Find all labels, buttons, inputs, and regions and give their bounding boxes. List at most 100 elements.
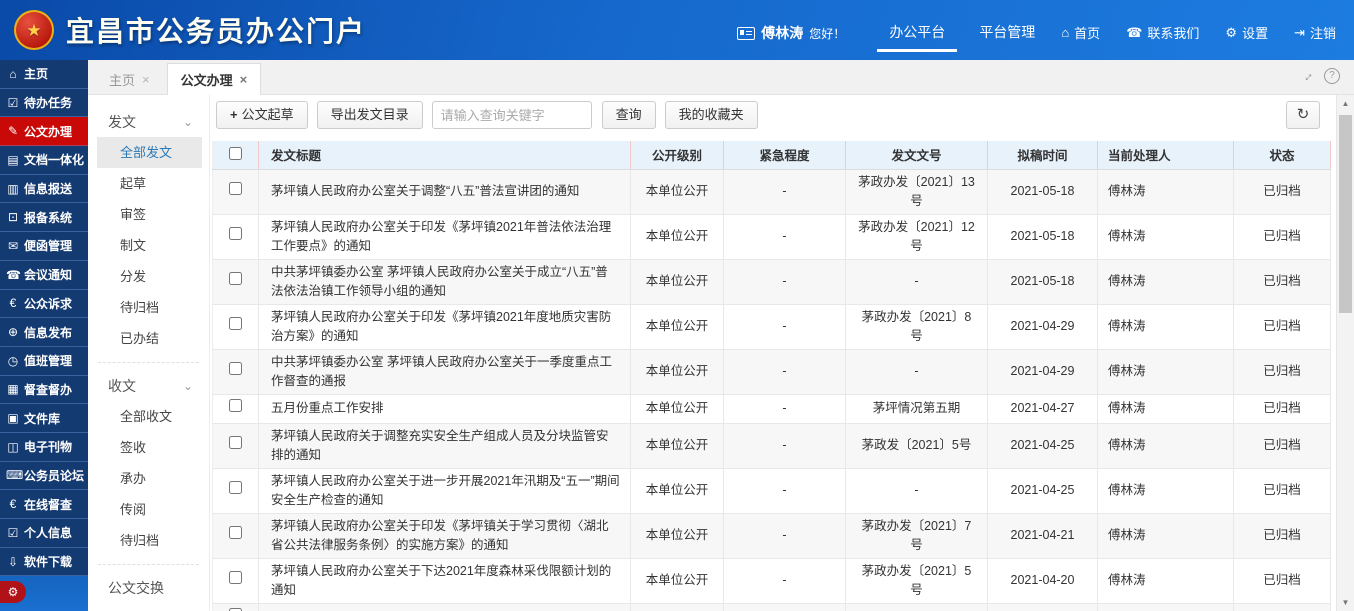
- nav-contact-us[interactable]: ☎联系我们: [1122, 23, 1203, 52]
- cell-date: 2021-04-21: [988, 513, 1098, 558]
- sidebar-item-home[interactable]: ⌂主页: [0, 60, 88, 89]
- vertical-scrollbar[interactable]: ▲ ▼: [1336, 95, 1354, 611]
- row-checkbox[interactable]: [229, 399, 242, 412]
- help-icon[interactable]: ?: [1324, 68, 1340, 84]
- subnav-item-all-incoming[interactable]: 全部收文: [88, 401, 209, 432]
- sidebar-item-public-appeals[interactable]: €公众诉求: [0, 290, 88, 319]
- sidebar-item-label: 报备系统: [24, 209, 72, 226]
- row-checkbox[interactable]: [229, 227, 242, 240]
- table-row[interactable]: 五月份重点工作安排本单位公开-茅坪情况第五期2021-04-27傅林涛已归档: [213, 394, 1331, 423]
- cell-doc_no: 茅政办发〔2021〕5号: [846, 558, 988, 603]
- tab-home[interactable]: 主页×: [96, 64, 163, 94]
- query-button[interactable]: 查询: [602, 101, 656, 129]
- column-header: 发文标题: [259, 141, 631, 169]
- nav-logout[interactable]: ⇥注销: [1290, 23, 1340, 52]
- tab-document-handling[interactable]: 公文办理×: [167, 63, 262, 95]
- table-row[interactable]: 茅坪镇人民政府办公室关于印发《茅坪镇2021年度地质灾害防治方案》的通知本单位公…: [213, 304, 1331, 349]
- sidebar-item-e-publications[interactable]: ◫电子刊物: [0, 433, 88, 462]
- sidebar-item-label: 主页: [24, 65, 48, 82]
- sidebar-item-todo-tasks[interactable]: ☑待办任务: [0, 89, 88, 118]
- close-icon[interactable]: ×: [142, 72, 150, 87]
- subnav-item-all-outgoing[interactable]: 全部发文: [97, 137, 202, 168]
- column-header: 状态: [1234, 141, 1331, 169]
- expand-icon[interactable]: ↕: [1301, 68, 1316, 83]
- table-row[interactable]: 茅坪镇人民政府办公室关于印发《茅坪镇2021年普法依法治理工作要点》的通知本单位…: [213, 214, 1331, 259]
- subnav-item-circulate[interactable]: 传阅: [88, 494, 209, 525]
- sidebar-item-info-release[interactable]: ⊕信息发布: [0, 318, 88, 347]
- cell-level: 本单位公开: [631, 349, 724, 394]
- sidebar-item-supervision[interactable]: ▦督查督办: [0, 376, 88, 405]
- row-checkbox[interactable]: [229, 317, 242, 330]
- sidebar-item-memo-management[interactable]: ✉便函管理: [0, 232, 88, 261]
- row-checkbox[interactable]: [229, 436, 242, 449]
- subnav-item-undertake[interactable]: 承办: [88, 463, 209, 494]
- sidebar-item-online-inspection[interactable]: €在线督查: [0, 490, 88, 519]
- close-icon[interactable]: ×: [240, 72, 248, 87]
- sidebar-item-info-reporting[interactable]: ▥信息报送: [0, 175, 88, 204]
- nav-platform-management[interactable]: 平台管理: [975, 22, 1039, 52]
- draft-document-button[interactable]: +公文起草: [216, 101, 308, 129]
- tab-bar: 主页×公文办理× ↕ ?: [88, 60, 1354, 95]
- scroll-down-arrow[interactable]: ▼: [1337, 598, 1354, 607]
- sidebar-item-civil-servant-forum[interactable]: ⌨公务员论坛: [0, 462, 88, 491]
- profile-calendar-icon: ☑: [6, 526, 20, 540]
- table-row[interactable]: 茅坪镇人民政府办公室关于进一步开展2021年汛期及“五一”期间安全生产检查的通知…: [213, 468, 1331, 513]
- cell-doc_no: 茅政办发〔2021〕12号: [846, 214, 988, 259]
- cell-level: 本单位公开: [631, 304, 724, 349]
- table-row[interactable]: 茅坪镇人民政府关于调整充实安全生产组成人员及分块监管安排的通知本单位公开-茅政发…: [213, 423, 1331, 468]
- subnav-item-produce-doc[interactable]: 制文: [88, 230, 209, 261]
- nav-homepage[interactable]: ⌂首页: [1057, 23, 1104, 52]
- sidebar-item-file-library[interactable]: ▣文件库: [0, 404, 88, 433]
- table-row[interactable]: 中共茅坪镇委办公室 茅坪镇人民政府办公室关于一季度重点工作督查的通报本单位公开-…: [213, 349, 1331, 394]
- table-row[interactable]: 茅坪镇人民政府办公室关于下达2021年度森林采伐限额计划的通知本单位公开-茅政办…: [213, 558, 1331, 603]
- sidebar-item-software-download[interactable]: ⇩软件下载: [0, 548, 88, 577]
- row-checkbox[interactable]: [229, 362, 242, 375]
- sidebar-item-document-integration[interactable]: ▤文档一体化: [0, 146, 88, 175]
- sidebar-item-meeting-notice[interactable]: ☎会议通知: [0, 261, 88, 290]
- nav-settings[interactable]: ⚙设置: [1221, 23, 1272, 52]
- table-row[interactable]: [213, 603, 1331, 611]
- subnav-section-outgoing[interactable]: 发文⌄: [88, 107, 209, 137]
- column-header: 当前处理人: [1098, 141, 1234, 169]
- row-checkbox[interactable]: [229, 182, 242, 195]
- subnav-item-distribute[interactable]: 分发: [88, 261, 209, 292]
- refresh-button[interactable]: ↻: [1286, 101, 1320, 129]
- table-row[interactable]: 茅坪镇人民政府办公室关于调整“八五”普法宣讲团的通知本单位公开-茅政办发〔202…: [213, 169, 1331, 214]
- subnav-item-to-archive-in[interactable]: 待归档: [88, 525, 209, 556]
- cell-date: 2021-05-18: [988, 214, 1098, 259]
- nav-office-platform[interactable]: 办公平台: [877, 22, 957, 52]
- row-checkbox[interactable]: [229, 481, 242, 494]
- scroll-up-arrow[interactable]: ▲: [1337, 99, 1354, 108]
- cell-status: 已归档: [1234, 304, 1331, 349]
- row-checkbox[interactable]: [229, 272, 242, 285]
- scrollbar-thumb[interactable]: [1339, 115, 1352, 313]
- cell-date: 2021-04-29: [988, 304, 1098, 349]
- sidebar-item-personal-info[interactable]: ☑个人信息: [0, 519, 88, 548]
- page-title: 宜昌市公务员办公门户: [66, 10, 366, 50]
- cell-status: 已归档: [1234, 468, 1331, 513]
- user-name: 傅林涛: [761, 23, 803, 43]
- subnav-item-completed[interactable]: 已办结: [88, 323, 209, 354]
- select-all-checkbox[interactable]: [229, 147, 242, 160]
- subnav-item-to-archive[interactable]: 待归档: [88, 292, 209, 323]
- sidebar-item-filing-system[interactable]: ⊡报备系统: [0, 203, 88, 232]
- search-input[interactable]: [432, 101, 592, 129]
- settings-gear-button[interactable]: ⚙: [0, 581, 26, 603]
- table-row[interactable]: 茅坪镇人民政府办公室关于印发《茅坪镇关于学习贯彻〈湖北省公共法律服务条例〉的实施…: [213, 513, 1331, 558]
- row-checkbox[interactable]: [229, 571, 242, 584]
- cell-status: 已归档: [1234, 558, 1331, 603]
- user-info[interactable]: 傅林涛 您好！: [737, 23, 845, 52]
- subnav-section-document-exchange[interactable]: 公文交换: [88, 573, 209, 603]
- checkbox-cell: [213, 468, 259, 513]
- sidebar-item-duty-management[interactable]: ◷值班管理: [0, 347, 88, 376]
- file-icon: ▤: [6, 153, 20, 167]
- row-checkbox[interactable]: [229, 526, 242, 539]
- favorites-button[interactable]: 我的收藏夹: [665, 101, 758, 129]
- sidebar-item-document-handling[interactable]: ✎公文办理: [0, 117, 88, 146]
- subnav-item-review-sign[interactable]: 审签: [88, 199, 209, 230]
- subnav-item-sign-receive[interactable]: 签收: [88, 432, 209, 463]
- export-list-button[interactable]: 导出发文目录: [317, 101, 423, 129]
- subnav-section-incoming[interactable]: 收文⌄: [88, 371, 209, 401]
- table-row[interactable]: 中共茅坪镇委办公室 茅坪镇人民政府办公室关于成立“八五”普法依法治镇工作领导小组…: [213, 259, 1331, 304]
- subnav-item-draft[interactable]: 起草: [88, 168, 209, 199]
